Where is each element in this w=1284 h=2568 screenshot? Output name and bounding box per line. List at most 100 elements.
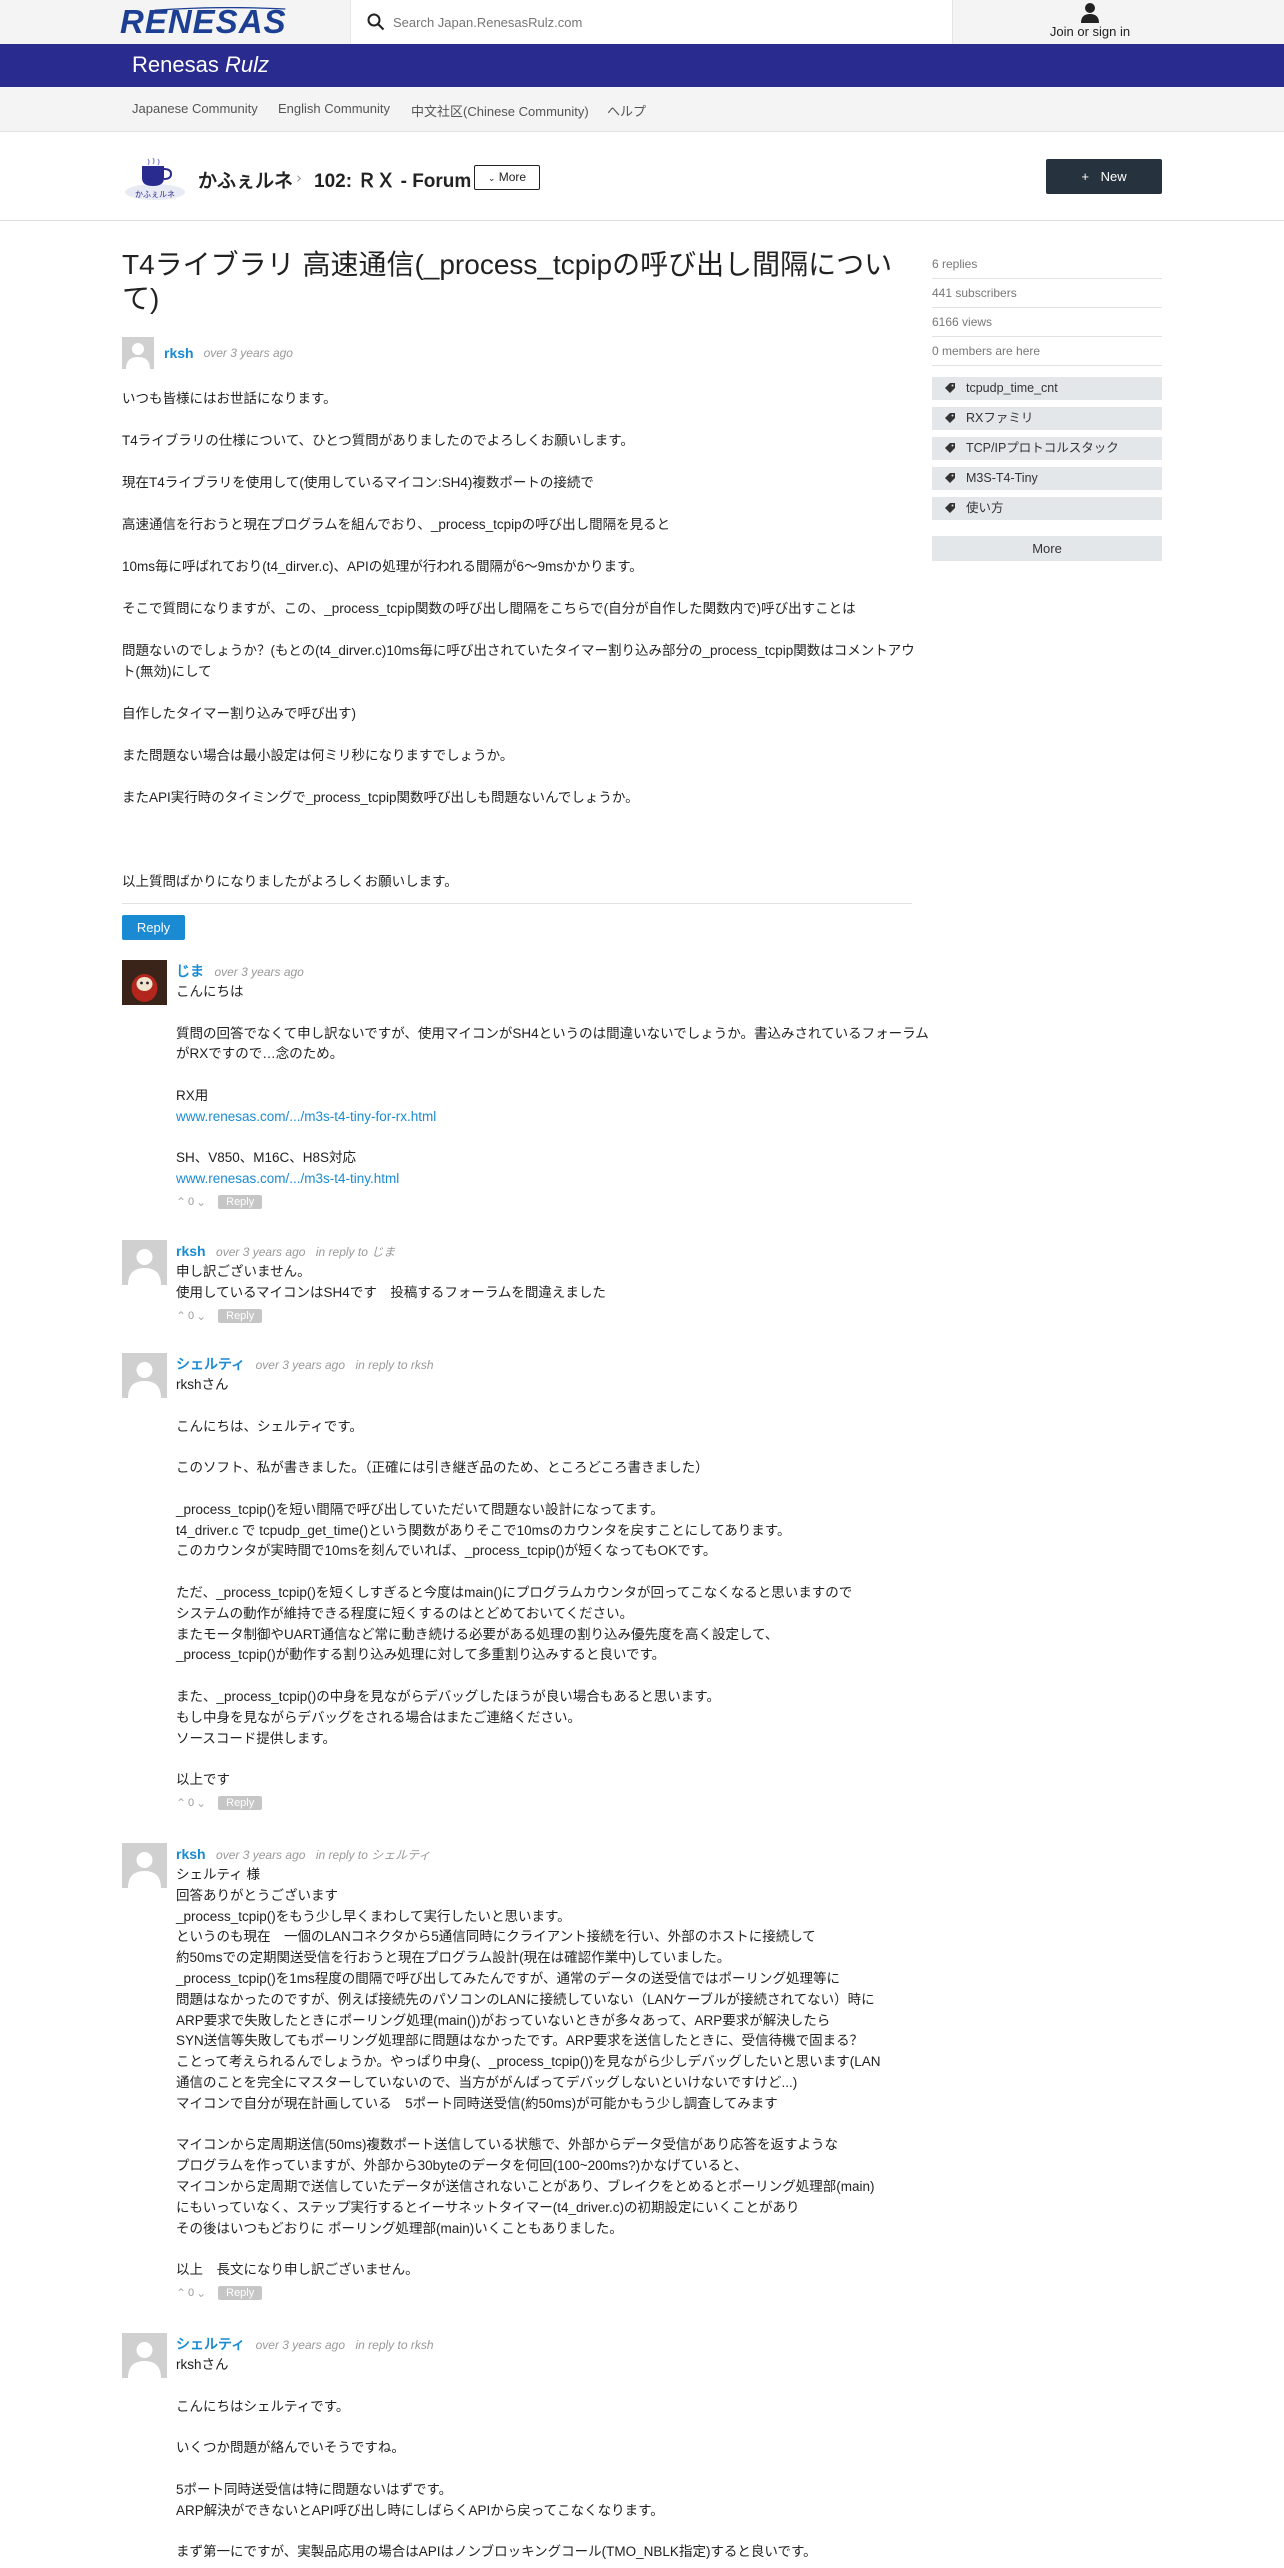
tag-label: TCP/IPプロトコルスタック	[966, 441, 1119, 455]
cafe-rene-logo[interactable]: かふぇルネ	[122, 156, 188, 202]
post-time[interactable]: over 3 years ago	[256, 1358, 345, 1372]
stat-members: 0 members are here	[932, 337, 1162, 366]
reply-button[interactable]: Reply	[122, 915, 185, 940]
default-avatar-icon	[128, 1362, 161, 1398]
tag-item[interactable]: 使い方	[932, 497, 1162, 520]
thread-author-row: rksh over 3 years ago	[122, 336, 293, 370]
vote-down-icon[interactable]: ⌄	[196, 1309, 206, 1323]
tag-icon	[945, 413, 955, 423]
avatar[interactable]	[122, 2333, 167, 2378]
vote-down-icon[interactable]: ⌄	[196, 2286, 206, 2300]
reply-item: シェルティ over 3 years ago in reply to rksh …	[122, 2333, 922, 2568]
plus-icon: +	[1081, 169, 1089, 184]
nav-english-community[interactable]: English Community	[278, 101, 390, 116]
post-time[interactable]: over 3 years ago	[214, 965, 303, 979]
reply-button[interactable]: Reply	[218, 1194, 263, 1209]
tag-icon	[945, 503, 955, 513]
avatar[interactable]	[122, 960, 167, 1005]
vote-up-icon[interactable]: ⌃	[176, 1796, 186, 1810]
vote-row: ⌃ 0 ⌄ Reply	[176, 1192, 936, 1212]
tags-more-button[interactable]: More	[932, 536, 1162, 561]
reply-text: シェルティ 様 回答ありがとうございます _process_tcpip()をもう…	[176, 1867, 881, 2278]
tag-item[interactable]: TCP/IPプロトコルスタック	[932, 437, 1162, 460]
reply-header: rksh over 3 years ago in reply to じま	[176, 1240, 936, 1262]
reply-content: rksh over 3 years ago in reply to シェルティ …	[176, 1843, 936, 2303]
nav-help[interactable]: ヘルプ	[607, 101, 646, 120]
reply-text: rkshさん こんにちはシェルティです。 いくつか問題が絡んでいそうですね。 5…	[176, 2357, 817, 2560]
avatar[interactable]	[122, 1240, 167, 1285]
avatar[interactable]	[122, 1353, 167, 1398]
vote-row: ⌃ 0 ⌄ Reply	[176, 1306, 936, 1326]
post-paragraph: 高速通信を行おうと現在プログラムを組んでおり、_process_tcpipの呼び…	[122, 517, 671, 532]
post-paragraph: 以上質問ばかりになりましたがよろしくお願いします。	[122, 874, 458, 889]
post-time[interactable]: over 3 years ago	[256, 2338, 345, 2352]
breadcrumb-group[interactable]: かふぇルネ	[198, 166, 293, 193]
breadcrumb-forum[interactable]: 102: ＲＸ - Forum	[314, 166, 471, 193]
reply-text-part: SH、V850、M16C、H8S対応	[176, 1150, 357, 1166]
stat-views: 6166 views	[932, 308, 1162, 337]
tag-item[interactable]: M3S-T4-Tiny	[932, 467, 1162, 490]
nav-japanese-community[interactable]: Japanese Community	[132, 101, 258, 116]
post-paragraph: 現在T4ライブラリを使用して(使用しているマイコン:SH4)複数ポートの接続で	[122, 475, 594, 490]
post-time[interactable]: over 3 years ago	[216, 1245, 305, 1259]
author-name[interactable]: じま	[176, 963, 204, 979]
reply-header: じま over 3 years ago	[176, 960, 936, 982]
reply-button[interactable]: Reply	[218, 1795, 263, 1810]
reply-item: シェルティ over 3 years ago in reply to rksh …	[122, 1353, 922, 1823]
default-avatar-icon	[126, 343, 150, 369]
tag-item[interactable]: tcpudp_time_cnt	[932, 377, 1162, 400]
new-post-button[interactable]: + New	[1046, 159, 1162, 194]
search-input[interactable]	[393, 10, 933, 34]
search-box[interactable]	[350, 0, 953, 44]
vote-up-icon[interactable]: ⌃	[176, 1195, 186, 1209]
in-reply-to[interactable]: in reply to じま	[316, 1245, 395, 1259]
nav-chinese-community[interactable]: 中文社区(Chinese Community)	[411, 101, 589, 120]
post-time[interactable]: over 3 years ago	[204, 346, 293, 360]
reply-text: 申し訳ございません。 使用しているマイコンはSH4です 投稿するフォーラムを間違…	[176, 1264, 606, 1300]
tag-item[interactable]: RXファミリ	[932, 407, 1162, 430]
link-t4-tiny-product[interactable]: www.renesas.com/.../m3s-t4-tiny.html	[176, 1171, 399, 1186]
thread-title: T4ライブラリ 高速通信(_process_tcpipの呼び出し間隔について)	[122, 249, 893, 314]
vote-up-icon[interactable]: ⌃	[176, 2286, 186, 2300]
reply-header: rksh over 3 years ago in reply to シェルティ	[176, 1843, 936, 1865]
default-avatar-icon	[128, 1249, 161, 1285]
post-paragraph: また問題ない場合は最小設定は何ミリ秒になりますでしょうか。	[122, 748, 514, 763]
vote-down-icon[interactable]: ⌄	[196, 1796, 206, 1810]
author-name[interactable]: シェルティ	[176, 1356, 245, 1372]
post-body: いつも皆様にはお世話になります。 T4ライブラリの仕様について、ひとつ質問があり…	[122, 388, 922, 913]
renesas-logo[interactable]: RENESAS	[120, 4, 320, 40]
forum-more-button[interactable]: ⌄ More	[474, 165, 540, 190]
join-or-sign-in[interactable]: Join or sign in	[1040, 2, 1140, 42]
author-name[interactable]: シェルティ	[176, 2336, 245, 2352]
stat-subscribers: 441 subscribers	[932, 279, 1162, 308]
author-name[interactable]: rksh	[164, 345, 194, 361]
in-reply-to[interactable]: in reply to rksh	[355, 2338, 433, 2352]
more-label: More	[498, 170, 527, 184]
post-paragraph: T4ライブラリの仕様について、ひとつ質問がありましたのでよろしくお願いします。	[122, 433, 634, 448]
vote-up-icon[interactable]: ⌃	[176, 1309, 186, 1323]
top-bar: RENESAS Join or sign in	[0, 0, 1284, 44]
avatar[interactable]	[122, 1843, 167, 1888]
reply-text-part: こんにちは 質問の回答でなくて申し訳ないですが、使用マイコンがSH4というのは間…	[176, 984, 929, 1103]
tag-label: RXファミリ	[966, 411, 1034, 425]
search-icon[interactable]	[367, 13, 385, 31]
author-name[interactable]: rksh	[176, 1846, 206, 1862]
cafe-rene-logo-text: かふぇルネ	[135, 190, 175, 199]
site-brand[interactable]: Renesas Rulz	[132, 52, 269, 78]
avatar[interactable]	[122, 337, 154, 369]
post-time[interactable]: over 3 years ago	[216, 1848, 305, 1862]
reply-content: シェルティ over 3 years ago in reply to rksh …	[176, 2333, 936, 2563]
reply-content: rksh over 3 years ago in reply to じま 申し訳…	[176, 1240, 936, 1326]
reply-button[interactable]: Reply	[218, 2285, 263, 2300]
in-reply-to[interactable]: in reply to シェルティ	[316, 1848, 431, 1862]
vote-count: 0	[188, 1309, 195, 1322]
author-name[interactable]: rksh	[176, 1243, 206, 1259]
reply-header: シェルティ over 3 years ago in reply to rksh	[176, 1353, 936, 1375]
in-reply-to[interactable]: in reply to rksh	[355, 1358, 433, 1372]
vote-down-icon[interactable]: ⌄	[196, 1195, 206, 1209]
vote-count: 0	[188, 2286, 195, 2299]
reply-button[interactable]: Reply	[218, 1308, 263, 1323]
tag-label: 使い方	[966, 501, 1004, 515]
reply-item: rksh over 3 years ago in reply to じま 申し訳…	[122, 1240, 922, 1330]
link-rx-product[interactable]: www.renesas.com/.../m3s-t4-tiny-for-rx.h…	[176, 1109, 436, 1124]
